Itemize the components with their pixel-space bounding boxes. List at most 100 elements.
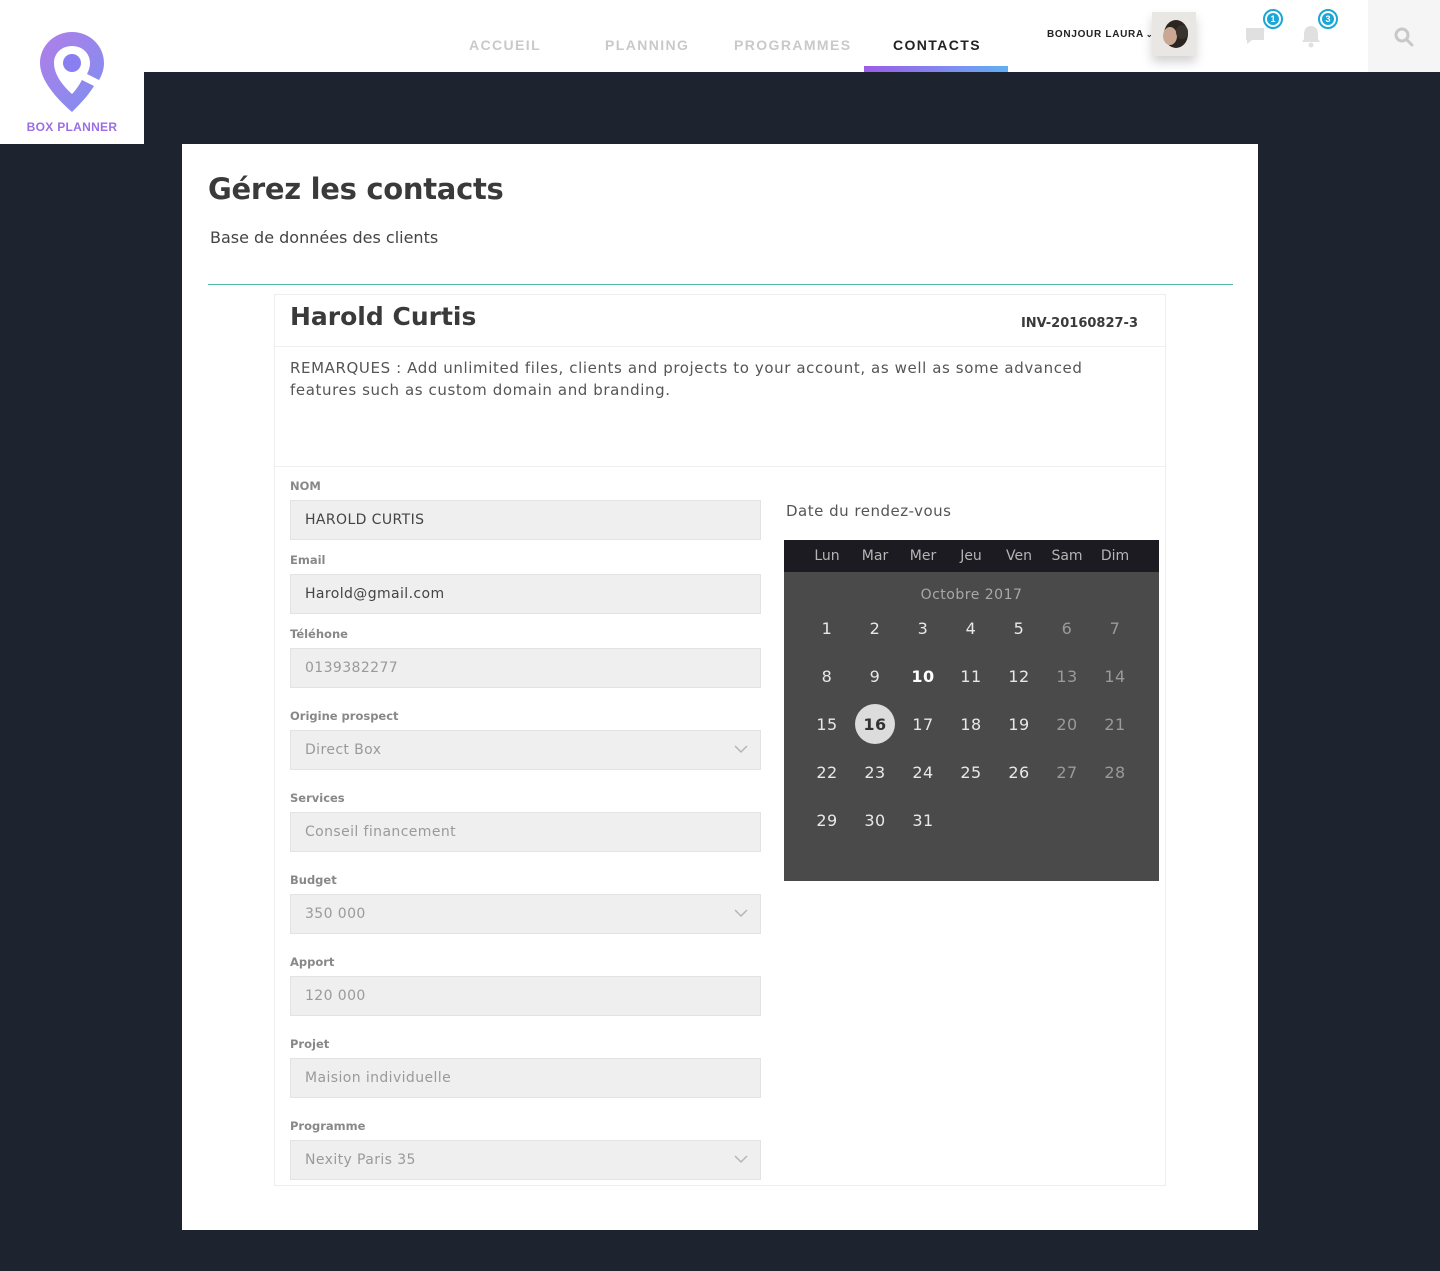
telephone-field[interactable]: 0139382277 [290, 648, 761, 688]
email-field[interactable]: Harold@gmail.com [290, 574, 761, 614]
calendar-title: Date du rendez-vous [786, 502, 952, 520]
calendar-day-selected[interactable]: 16 [855, 704, 895, 744]
nom-input[interactable]: HAROLD CURTIS [290, 500, 761, 540]
calendar-day[interactable]: 28 [1095, 752, 1135, 792]
calendar-day[interactable]: 4 [951, 608, 991, 648]
messages-badge: 1 [1263, 9, 1283, 29]
calendar-day[interactable]: 7 [1095, 608, 1135, 648]
active-nav-indicator [864, 66, 1008, 72]
calendar-day[interactable]: 15 [807, 704, 847, 744]
calendar-weekday-header: Lun Mar Mer Jeu Ven Sam Dim [784, 540, 1159, 572]
weekday-label: Jeu [960, 548, 982, 564]
calendar-day[interactable]: 8 [807, 656, 847, 696]
nav-programmes[interactable]: PROGRAMMES [734, 37, 851, 53]
page-title: Gérez les contacts [208, 172, 504, 206]
calendar-day[interactable]: 1 [807, 608, 847, 648]
programme-label: Programme [290, 1119, 366, 1133]
user-greeting: BONJOUR LAURA [1047, 29, 1144, 40]
weekday-label: Ven [1006, 548, 1032, 564]
brand-name: BOX PLANNER [26, 120, 118, 134]
search-button[interactable] [1368, 0, 1440, 72]
programme-select[interactable]: Nexity Paris 35 [290, 1140, 761, 1180]
apport-field[interactable]: 120 000 [290, 976, 761, 1016]
nav-contacts[interactable]: CONTACTS [893, 37, 981, 53]
projet-value: Maision individuelle [305, 1070, 452, 1086]
map-pin-logo-icon [40, 32, 104, 112]
calendar-day[interactable]: 21 [1095, 704, 1135, 744]
user-menu[interactable]: BONJOUR LAURA ⌄ [1047, 29, 1153, 40]
divider [275, 466, 1165, 467]
calendar-day[interactable]: 3 [903, 608, 943, 648]
nav-accueil[interactable]: ACCUEIL [469, 37, 541, 53]
budget-label: Budget [290, 873, 337, 887]
calendar-day[interactable]: 17 [903, 704, 943, 744]
apport-label: Apport [290, 955, 335, 969]
contact-remarks: REMARQUES : Add unlimited files, clients… [290, 359, 1083, 399]
chevron-down-icon [734, 909, 748, 918]
programme-value: Nexity Paris 35 [305, 1152, 416, 1168]
contact-panel: Harold Curtis INV-20160827-3 REMARQUES :… [274, 294, 1166, 1186]
telephone-label: Téléhone [290, 627, 348, 641]
notifications-count: 3 [1322, 13, 1334, 25]
calendar-day[interactable]: 6 [1047, 608, 1087, 648]
avatar[interactable] [1152, 12, 1196, 56]
calendar-day[interactable]: 2 [855, 608, 895, 648]
brand-logo[interactable]: BOX PLANNER [0, 0, 144, 144]
calendar-day[interactable]: 26 [999, 752, 1039, 792]
calendar-day[interactable]: 10 [903, 656, 943, 696]
notifications-button[interactable] [1300, 24, 1322, 52]
contact-name: Harold Curtis [290, 302, 477, 331]
origine-value: Direct Box [305, 742, 382, 758]
calendar-day[interactable]: 19 [999, 704, 1039, 744]
messages-count: 1 [1267, 13, 1279, 25]
budget-select[interactable]: 350 000 [290, 894, 761, 934]
divider [275, 346, 1165, 347]
weekday-label: Sam [1051, 548, 1083, 564]
notifications-badge: 3 [1318, 9, 1338, 29]
apport-value: 120 000 [305, 988, 366, 1004]
weekday-label: Dim [1100, 548, 1130, 564]
calendar-day[interactable]: 13 [1047, 656, 1087, 696]
services-field[interactable]: Conseil financement [290, 812, 761, 852]
calendar-day[interactable]: 11 [951, 656, 991, 696]
date-picker: Lun Mar Mer Jeu Ven Sam Dim Octobre 2017… [784, 540, 1159, 881]
nom-label: NOM [290, 479, 321, 493]
calendar-day[interactable]: 20 [1047, 704, 1087, 744]
invoice-number: INV-20160827-3 [1020, 316, 1138, 331]
calendar-day[interactable]: 12 [999, 656, 1039, 696]
calendar-day[interactable]: 30 [855, 800, 895, 840]
weekday-label: Mar [861, 548, 889, 564]
calendar-day[interactable]: 5 [999, 608, 1039, 648]
origine-label: Origine prospect [290, 709, 399, 723]
services-value: Conseil financement [305, 824, 457, 840]
calendar-day[interactable]: 14 [1095, 656, 1135, 696]
weekday-label: Lun [814, 548, 840, 564]
email-value: Harold@gmail.com [305, 586, 445, 602]
origine-select[interactable]: Direct Box [290, 730, 761, 770]
calendar-day[interactable]: 25 [951, 752, 991, 792]
weekday-label: Mer [909, 548, 937, 564]
contacts-card: Gérez les contacts Base de données des c… [182, 144, 1258, 1230]
calendar-day[interactable]: 9 [855, 656, 895, 696]
messages-button[interactable] [1244, 26, 1266, 50]
chevron-down-icon [734, 745, 748, 754]
calendar-day[interactable]: 27 [1047, 752, 1087, 792]
calendar-day[interactable]: 31 [903, 800, 943, 840]
bell-icon [1302, 26, 1320, 48]
projet-field[interactable]: Maision individuelle [290, 1058, 761, 1098]
calendar-day[interactable]: 24 [903, 752, 943, 792]
email-label: Email [290, 553, 326, 567]
calendar-day[interactable]: 23 [855, 752, 895, 792]
nav-planning[interactable]: PLANNING [605, 37, 689, 53]
calendar-day[interactable]: 29 [807, 800, 847, 840]
user-avatar-icon [1152, 12, 1196, 56]
calendar-day[interactable]: 22 [807, 752, 847, 792]
top-bar [0, 0, 1440, 72]
chevron-down-icon [734, 1155, 748, 1164]
telephone-value: 0139382277 [305, 660, 399, 676]
search-icon [1394, 27, 1414, 47]
projet-label: Projet [290, 1037, 330, 1051]
page-subtitle: Base de données des clients [210, 228, 439, 247]
calendar-day[interactable]: 18 [951, 704, 991, 744]
chat-icon [1246, 28, 1264, 44]
